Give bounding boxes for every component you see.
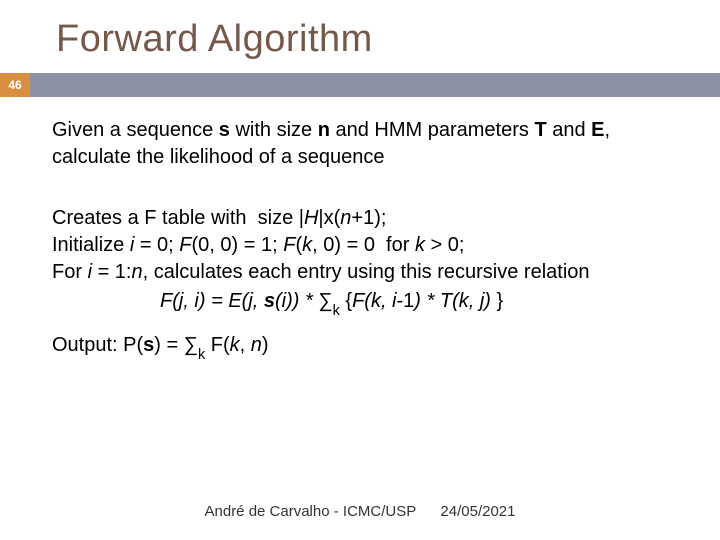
header-bar: 46 (0, 73, 720, 97)
algo-line-1: Creates a F table with size |H|x(n+1); (52, 205, 676, 232)
algo-line-3: For i = 1:n, calculates each entry using… (52, 259, 676, 286)
footer-date: 24/05/2021 (440, 503, 515, 520)
slide-content: Given a sequence s with size n and HMM p… (0, 97, 720, 363)
footer-author: André de Carvalho - ICMC/USP (205, 503, 417, 520)
intro-paragraph: Given a sequence s with size n and HMM p… (52, 117, 676, 171)
algorithm-block: Creates a F table with size |H|x(n+1); I… (52, 205, 676, 318)
slide-footer: André de Carvalho - ICMC/USP 24/05/2021 (0, 503, 720, 520)
slide-title: Forward Algorithm (0, 0, 720, 73)
algo-formula: F(j, i) = E(j, s(i)) * ∑k {F(k, i-1) * T… (52, 288, 676, 318)
page-number-badge: 46 (0, 73, 30, 97)
output-line: Output: P(s) = ∑k F(k, n) (52, 332, 676, 362)
algo-line-2: Initialize i = 0; F(0, 0) = 1; F(k, 0) =… (52, 232, 676, 259)
slide: Forward Algorithm 46 Given a sequence s … (0, 0, 720, 540)
header-stripe (30, 73, 720, 97)
